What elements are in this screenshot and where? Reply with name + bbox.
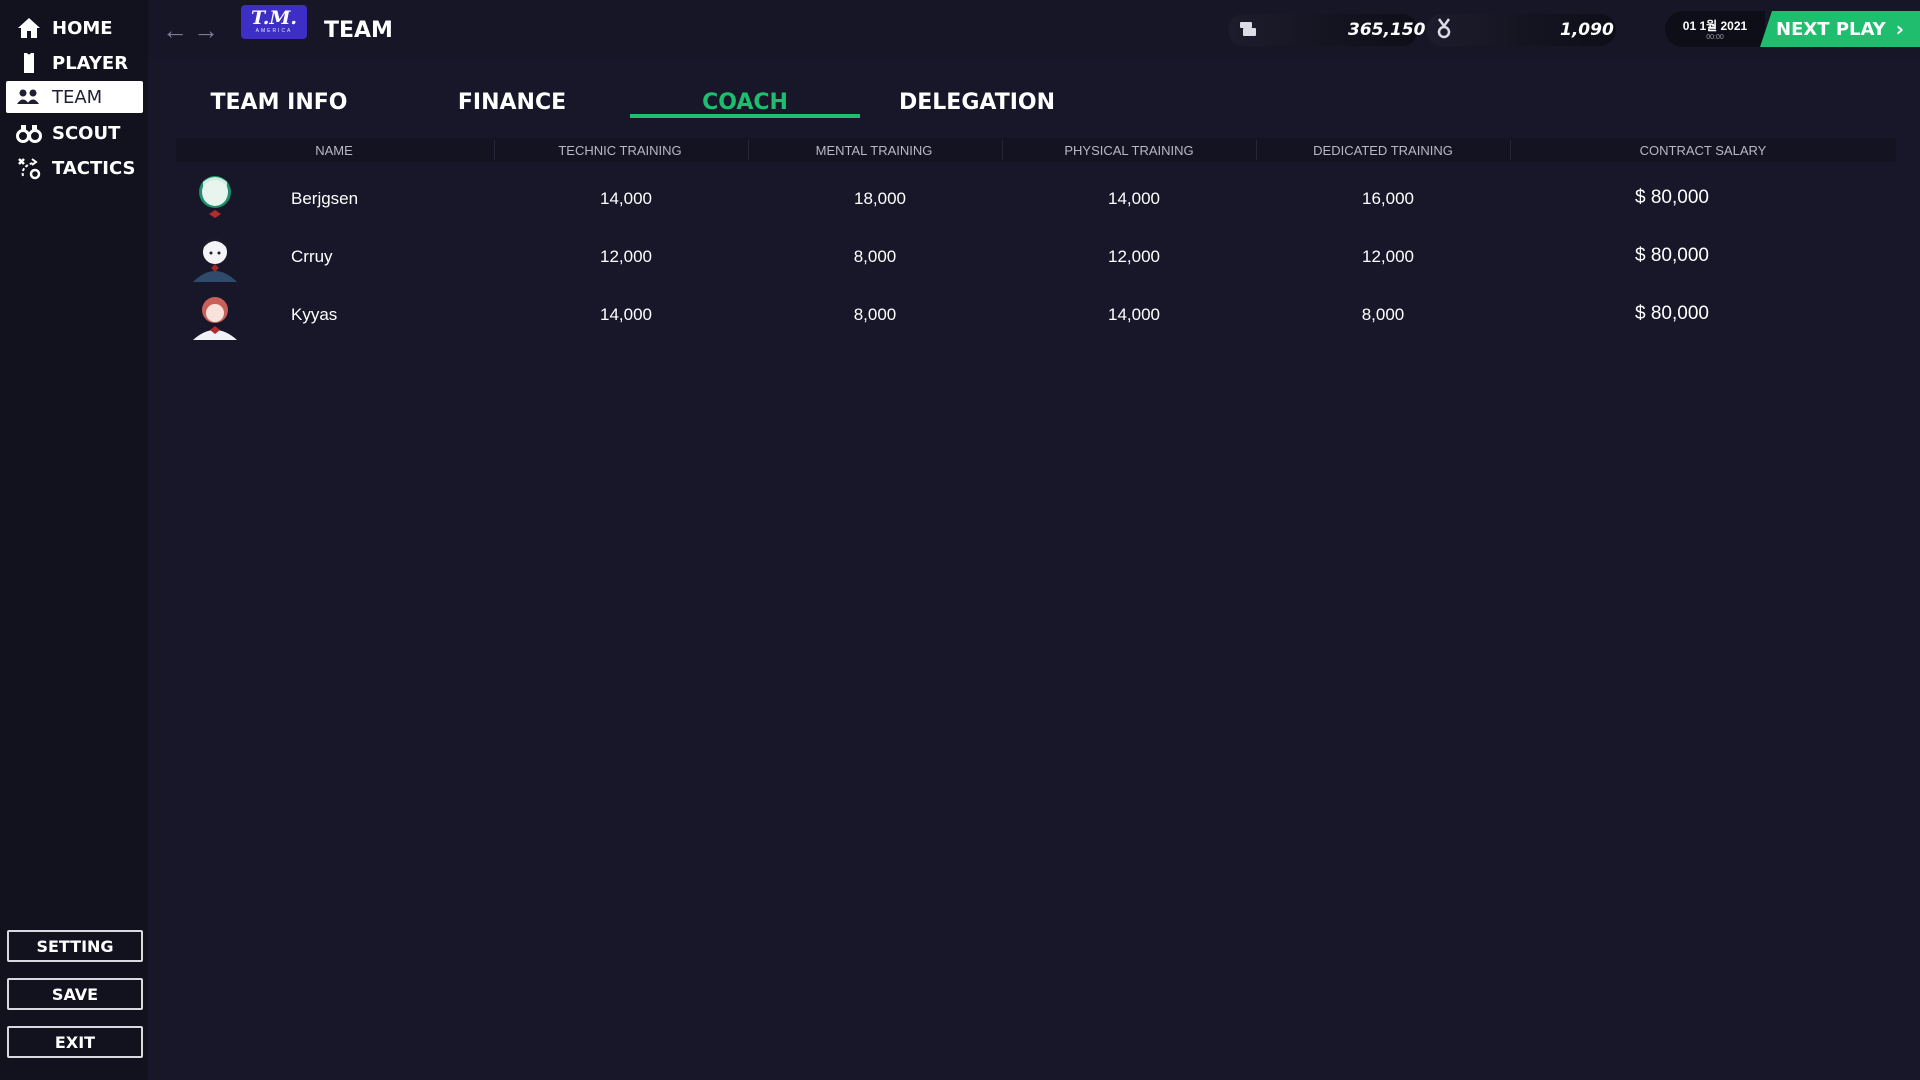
coach-avatar	[189, 230, 241, 282]
group-icon	[16, 85, 42, 109]
forward-arrow-icon[interactable]: →	[193, 17, 219, 43]
column-header-technic: TECHNIC TRAINING	[558, 143, 682, 158]
page-title: TEAM	[324, 18, 393, 43]
tactics-icon	[16, 156, 42, 180]
column-header-mental: MENTAL TRAINING	[815, 143, 933, 158]
dedicated-training-value: 12,000	[1362, 247, 1414, 266]
mental-training-value: 8,000	[853, 305, 897, 324]
technic-training-value: 12,000	[600, 247, 652, 266]
sidebar-item-home[interactable]: HOME	[6, 12, 143, 44]
physical-training-value: 14,000	[1108, 189, 1160, 208]
coin-icon	[1238, 19, 1258, 44]
back-arrow-icon[interactable]: ←	[162, 17, 188, 43]
column-divider	[1256, 140, 1257, 160]
tab-delegation[interactable]: DELEGATION	[862, 84, 1092, 120]
column-divider	[1510, 140, 1511, 160]
physical-training-value: 14,000	[1108, 305, 1160, 324]
binoculars-icon	[16, 121, 42, 145]
column-header-physical: PHYSICAL TRAINING	[1064, 143, 1194, 158]
active-tab-indicator	[630, 114, 860, 118]
column-header-salary: CONTRACT SALARY	[1639, 143, 1767, 158]
contract-salary-value: $ 80,000	[1635, 187, 1709, 208]
sidebar-item-label: PLAYER	[52, 52, 129, 74]
physical-training-value: 12,000	[1108, 247, 1160, 266]
currency-value: 365,150	[1348, 20, 1426, 40]
next-play-button[interactable]: NEXT PLAY ›	[1760, 11, 1920, 47]
mental-training-value: 8,000	[853, 247, 897, 266]
contract-salary-value: $ 80,000	[1635, 303, 1709, 324]
column-header-name: NAME	[315, 143, 353, 158]
column-divider	[1002, 140, 1003, 160]
coach-name: Berjgsen	[291, 189, 359, 208]
mental-training-value: 18,000	[854, 189, 906, 208]
medal-icon	[1436, 18, 1452, 45]
sidebar-item-label: SCOUT	[52, 122, 121, 144]
dedicated-training-value: 16,000	[1362, 189, 1414, 208]
sidebar-item-player[interactable]: PLAYER	[6, 47, 143, 79]
sidebar: HOME PLAYER TEAM SCOUT TACTICS SETTING S…	[0, 0, 148, 1080]
setting-button[interactable]: SETTING	[7, 930, 143, 962]
sidebar-item-label: TEAM	[52, 86, 103, 108]
home-icon	[16, 16, 42, 40]
date-display: 01 1월 2021 00:00	[1665, 11, 1765, 47]
chevron-right-icon: ›	[1895, 17, 1904, 41]
dedicated-training-value: 8,000	[1361, 305, 1405, 324]
coach-name: Crruy	[291, 247, 333, 266]
coach-avatar	[189, 170, 241, 222]
technic-training-value: 14,000	[600, 189, 652, 208]
coach-avatar	[189, 288, 241, 340]
exit-button[interactable]: EXIT	[7, 1026, 143, 1058]
medal-value: 1,090	[1560, 20, 1614, 40]
team-logo: T.M. AMERICA	[241, 5, 307, 39]
technic-training-value: 14,000	[600, 305, 652, 324]
coach-name: Kyyas	[291, 305, 338, 324]
sidebar-item-scout[interactable]: SCOUT	[6, 117, 143, 149]
sidebar-item-tactics[interactable]: TACTICS	[6, 152, 143, 184]
tab-finance[interactable]: FINANCE	[397, 84, 627, 120]
sidebar-item-label: TACTICS	[52, 157, 136, 179]
column-header-dedicated: DEDICATED TRAINING	[1313, 143, 1453, 158]
sidebar-item-label: HOME	[52, 17, 113, 39]
shirt-icon	[16, 51, 42, 75]
contract-salary-value: $ 80,000	[1635, 245, 1709, 266]
top-bar	[148, 0, 1920, 58]
sidebar-item-team[interactable]: TEAM	[6, 81, 143, 113]
save-button[interactable]: SAVE	[7, 978, 143, 1010]
tab-team-info[interactable]: TEAM INFO	[164, 84, 394, 120]
